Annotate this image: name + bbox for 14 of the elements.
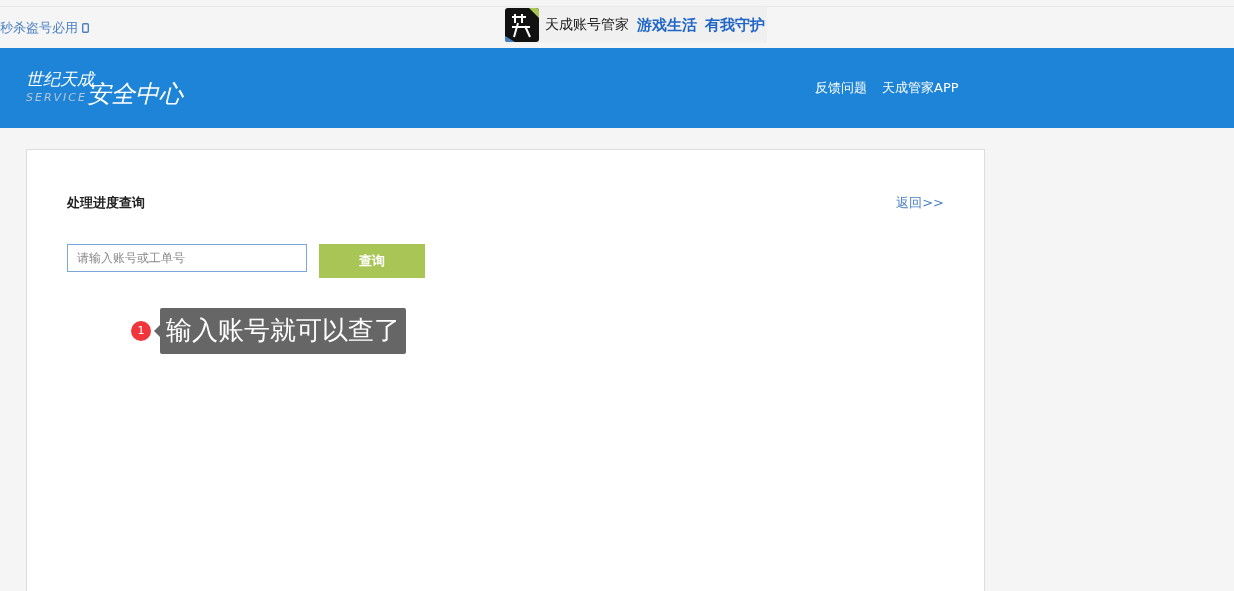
panel-title: 处理进度查询 — [67, 194, 145, 212]
nav-link[interactable]: 天成管家APP — [882, 79, 959, 97]
nav-link[interactable]: 反馈问题 — [815, 79, 867, 97]
slogan: 有我守护 — [705, 15, 765, 35]
phone-icon — [82, 22, 89, 33]
slogan: 游戏生活 — [637, 15, 697, 35]
logo-subtitle: SERVICE — [26, 91, 87, 106]
app-name: 天成账号管家 — [545, 16, 629, 34]
annotation-tooltip: 输入账号就可以查了 — [160, 308, 406, 354]
account-input[interactable]: 请输入账号或工单号 — [67, 244, 307, 272]
tooltip-pointer — [154, 324, 160, 337]
step-badge: 1 — [131, 320, 151, 341]
back-link[interactable]: 返回>> — [896, 194, 944, 212]
notice-link[interactable]: 秒杀盗号必用 — [0, 18, 89, 37]
